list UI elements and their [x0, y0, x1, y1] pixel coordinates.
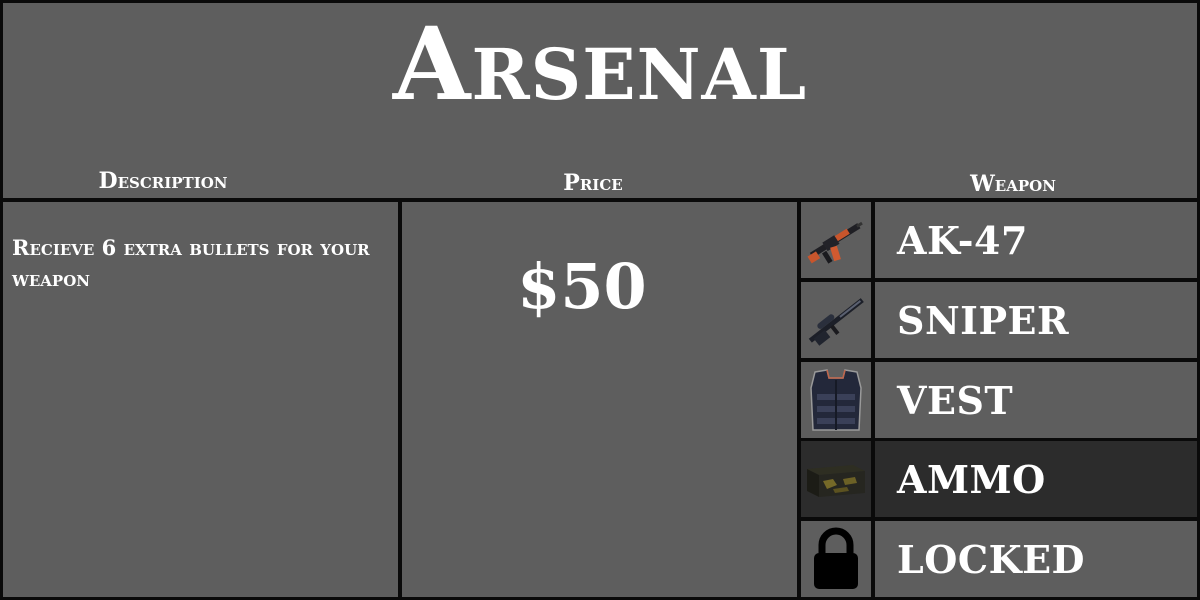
weapon-label-cell: AMMO: [875, 441, 1197, 517]
vest-icon: [801, 362, 871, 438]
ammo-box-icon: [801, 441, 871, 517]
weapon-label: LOCKED: [897, 537, 1086, 582]
weapon-label-cell: SNIPER: [875, 282, 1197, 358]
weapon-header: Weapon: [970, 171, 1056, 197]
arsenal-shop: Arsenal Description Price Weapon Recieve…: [0, 0, 1200, 600]
lock-icon: [801, 521, 871, 597]
weapon-label: AMMO: [897, 457, 1046, 502]
item-description: Recieve 6 extra bullets for your weapon: [12, 235, 370, 291]
page-title: Arsenal: [392, 5, 808, 123]
weapon-row-locked[interactable]: LOCKED: [801, 521, 1197, 597]
weapon-label-cell: VEST: [875, 362, 1197, 438]
description-panel: Recieve 6 extra bullets for your weapon: [3, 202, 398, 597]
weapon-row-vest[interactable]: VEST: [801, 362, 1197, 438]
weapon-label-cell: LOCKED: [875, 521, 1197, 597]
price-panel: $50: [402, 202, 797, 597]
description-header: Description: [98, 168, 228, 194]
weapon-label-cell: AK-47: [875, 202, 1197, 278]
weapon-row-sniper[interactable]: SNIPER: [801, 282, 1197, 358]
weapon-label: SNIPER: [897, 298, 1070, 343]
weapon-label: VEST: [897, 378, 1014, 423]
sniper-rifle-icon: [801, 282, 871, 358]
header: Arsenal Description Price Weapon: [3, 3, 1197, 198]
weapon-row-ammo[interactable]: AMMO: [801, 441, 1197, 517]
price-header: Price: [563, 170, 623, 196]
rifle-icon: [801, 202, 871, 278]
weapon-row-ak47[interactable]: AK-47: [801, 202, 1197, 278]
weapon-label: AK-47: [897, 218, 1028, 263]
item-price: $50: [517, 250, 647, 323]
